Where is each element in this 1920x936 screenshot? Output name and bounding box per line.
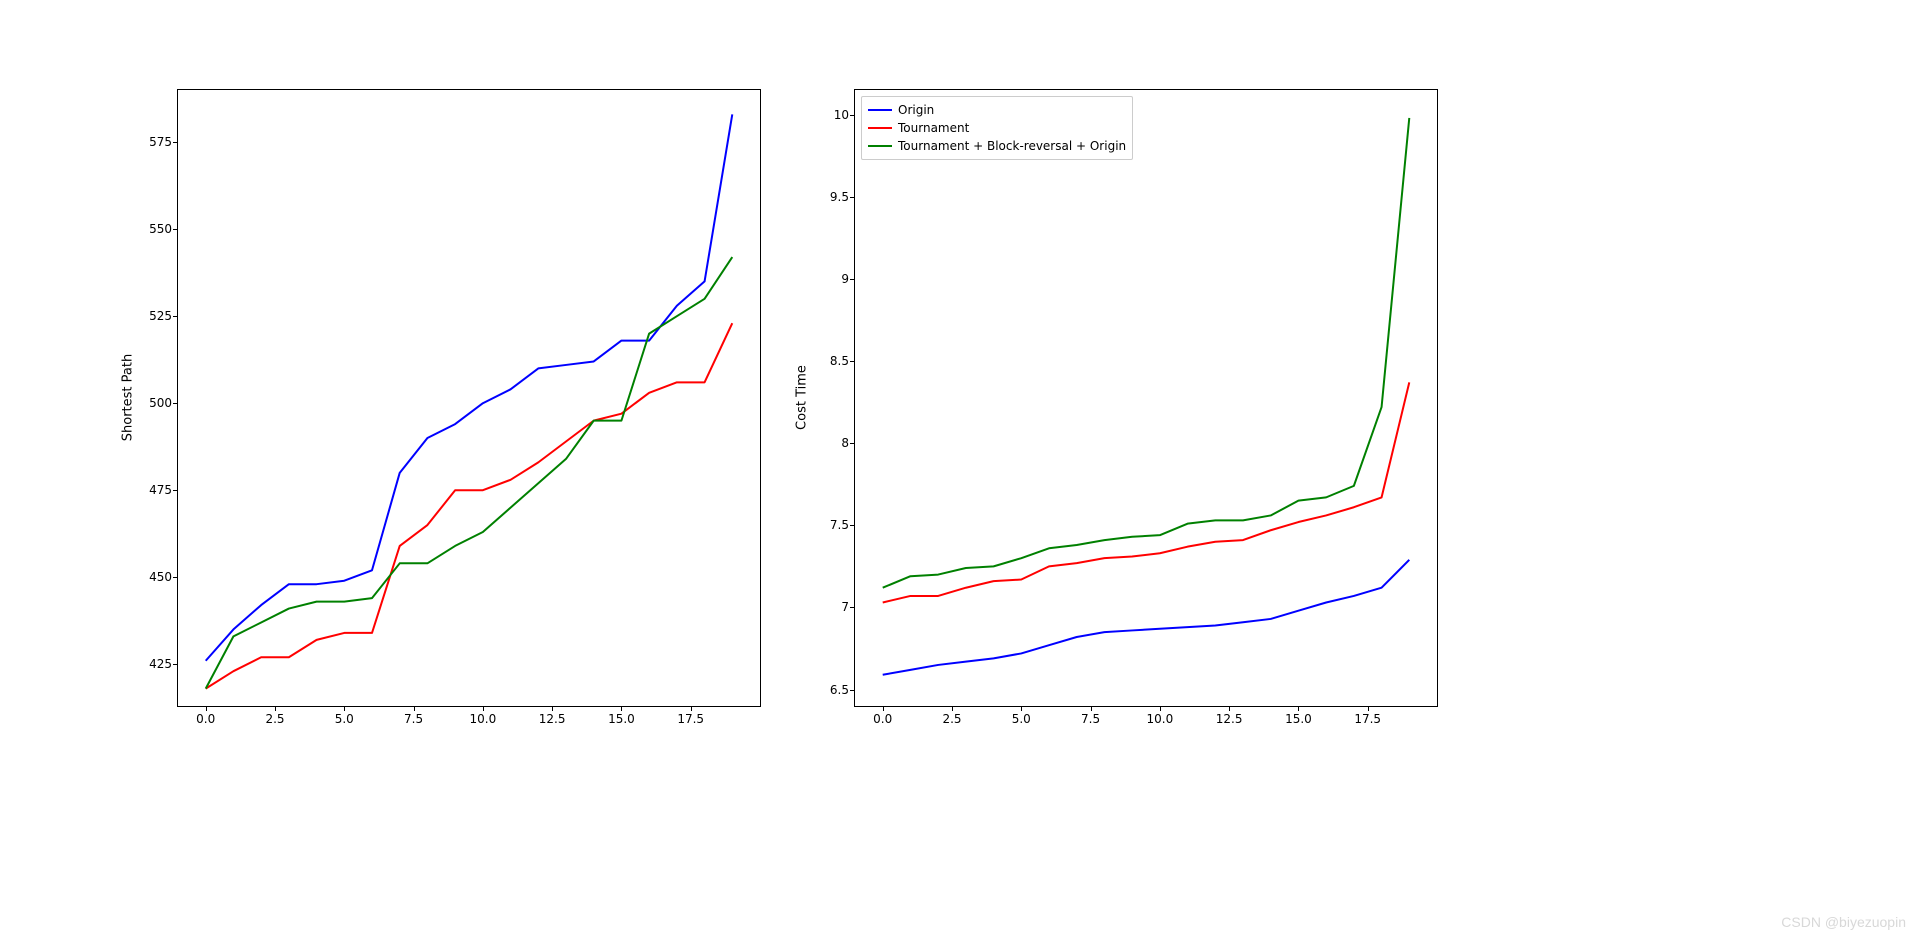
x-tick-mark: [952, 706, 953, 711]
ylabel-left: Shortest Path: [121, 328, 136, 468]
legend-swatch: [868, 145, 892, 147]
figure: 0.0 2.5 5.0 7.5 10.0 12.5 15.0 17.5 425 450 475 500…: [0, 0, 1920, 936]
y-tick-label: 425: [149, 657, 172, 671]
y-tick-label: 575: [149, 135, 172, 149]
x-tick-mark: [1229, 706, 1230, 711]
x-tick-label: 17.5: [677, 712, 704, 726]
legend-swatch: [868, 109, 892, 111]
y-tick-mark: [850, 443, 855, 444]
plot-lines-right: [855, 90, 1437, 706]
y-tick-mark: [173, 142, 178, 143]
subplot-cost-time: OriginTournamentTournament + Block-rever…: [854, 89, 1438, 707]
y-tick-label: 7.5: [830, 518, 849, 532]
legend-item: Tournament: [868, 119, 1126, 137]
y-tick-label: 500: [149, 396, 172, 410]
plot-lines-left: [178, 90, 760, 706]
x-tick-mark: [1021, 706, 1022, 711]
x-tick-label: 2.5: [942, 712, 961, 726]
y-tick-mark: [850, 197, 855, 198]
series-line: [206, 114, 733, 660]
x-tick-label: 7.5: [1081, 712, 1100, 726]
y-tick-mark: [173, 403, 178, 404]
y-tick-mark: [173, 490, 178, 491]
x-tick-mark: [344, 706, 345, 711]
y-tick-label: 10: [834, 108, 849, 122]
y-tick-mark: [173, 316, 178, 317]
y-tick-label: 7: [841, 600, 849, 614]
x-tick-label: 0.0: [196, 712, 215, 726]
y-tick-mark: [850, 279, 855, 280]
series-line: [883, 118, 1410, 588]
x-tick-label: 12.5: [539, 712, 566, 726]
series-line: [206, 323, 733, 688]
x-tick-mark: [206, 706, 207, 711]
x-tick-mark: [552, 706, 553, 711]
y-tick-label: 450: [149, 570, 172, 584]
x-tick-mark: [1160, 706, 1161, 711]
y-tick-label: 525: [149, 309, 172, 323]
legend-label: Tournament + Block-reversal + Origin: [898, 137, 1126, 155]
x-tick-mark: [1091, 706, 1092, 711]
x-tick-mark: [1368, 706, 1369, 711]
subplot-shortest-path: 0.02.55.07.510.012.515.017.5425450475500…: [177, 89, 761, 707]
x-tick-mark: [1298, 706, 1299, 711]
legend-label: Origin: [898, 101, 934, 119]
y-tick-label: 8: [841, 436, 849, 450]
x-tick-mark: [883, 706, 884, 711]
x-tick-mark: [621, 706, 622, 711]
legend: OriginTournamentTournament + Block-rever…: [861, 96, 1133, 160]
y-tick-label: 475: [149, 483, 172, 497]
x-tick-label: 10.0: [1146, 712, 1173, 726]
y-tick-mark: [850, 690, 855, 691]
legend-label: Tournament: [898, 119, 969, 137]
legend-item: Tournament + Block-reversal + Origin: [868, 137, 1126, 155]
y-tick-mark: [850, 361, 855, 362]
x-tick-label: 12.5: [1216, 712, 1243, 726]
y-tick-mark: [173, 664, 178, 665]
x-tick-label: 17.5: [1354, 712, 1381, 726]
y-tick-mark: [173, 577, 178, 578]
y-tick-label: 8.5: [830, 354, 849, 368]
y-tick-mark: [850, 525, 855, 526]
y-tick-label: 9: [841, 272, 849, 286]
y-tick-mark: [850, 115, 855, 116]
x-tick-label: 15.0: [1285, 712, 1312, 726]
x-tick-mark: [414, 706, 415, 711]
y-tick-label: 6.5: [830, 683, 849, 697]
y-tick-mark: [850, 607, 855, 608]
x-tick-label: 10.0: [469, 712, 496, 726]
y-tick-mark: [173, 229, 178, 230]
x-tick-label: 15.0: [608, 712, 635, 726]
x-tick-label: 2.5: [265, 712, 284, 726]
x-tick-mark: [691, 706, 692, 711]
legend-item: Origin: [868, 101, 1126, 119]
y-tick-label: 550: [149, 222, 172, 236]
watermark: CSDN @biyezuopin: [1781, 914, 1906, 930]
ylabel-right: Cost Time: [795, 338, 810, 458]
y-tick-label: 9.5: [830, 190, 849, 204]
x-tick-label: 5.0: [335, 712, 354, 726]
series-line: [206, 257, 733, 689]
x-tick-label: 7.5: [404, 712, 423, 726]
x-tick-mark: [275, 706, 276, 711]
series-line: [883, 560, 1410, 675]
x-tick-mark: [483, 706, 484, 711]
x-tick-label: 5.0: [1012, 712, 1031, 726]
x-tick-label: 0.0: [873, 712, 892, 726]
legend-swatch: [868, 127, 892, 129]
